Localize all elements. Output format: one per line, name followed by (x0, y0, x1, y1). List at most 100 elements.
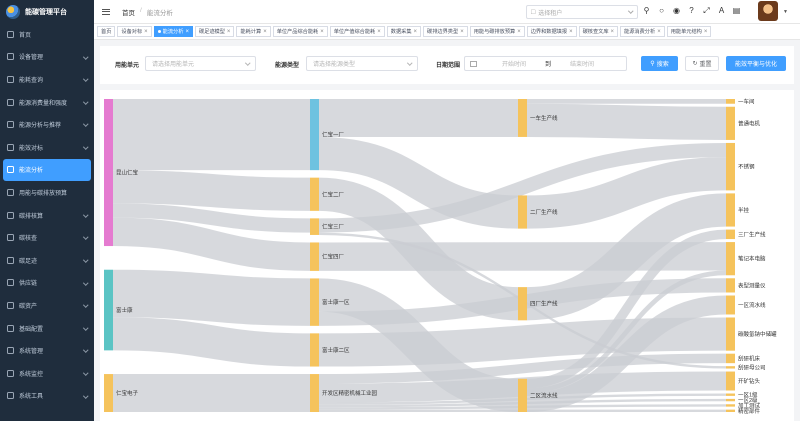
sankey-node[interactable] (726, 393, 735, 396)
github-icon[interactable]: ◉ (672, 6, 681, 15)
sidebar-item-flow[interactable]: 能流分析 (3, 158, 91, 182)
sankey-node[interactable] (518, 195, 527, 229)
sidebar-item-asset[interactable]: 碳资产 (0, 294, 94, 317)
font-size-icon[interactable]: A (717, 6, 726, 15)
tag-3[interactable]: 碳足迹模型 × (194, 26, 235, 37)
tenant-select[interactable]: □ 选择租户 (526, 5, 638, 19)
sankey-node[interactable] (726, 353, 735, 364)
sankey-node[interactable] (310, 99, 319, 171)
sankey-node[interactable] (726, 193, 735, 227)
sankey-link[interactable] (112, 317, 311, 367)
fullscreen-icon[interactable]: ⤢ (702, 6, 711, 15)
sankey-node[interactable] (726, 371, 735, 391)
tag-4[interactable]: 能耗计算 × (236, 26, 271, 37)
reset-button[interactable]: ↻ 重置 (685, 56, 719, 71)
sankey-node[interactable] (104, 269, 113, 351)
tag-10[interactable]: 边界和数据填报 × (526, 26, 577, 37)
sidebar-item-carbon[interactable]: 碳排核算 (0, 204, 94, 227)
sankey-node[interactable] (310, 242, 319, 271)
sidebar-item-verify[interactable]: 碳核查 (0, 226, 94, 249)
close-icon[interactable]: × (657, 29, 661, 35)
date-start[interactable]: 开始时间 (502, 59, 526, 68)
sankey-node[interactable] (518, 378, 527, 412)
sankey-node[interactable] (726, 366, 735, 369)
tag-7[interactable]: 数据采集 × (386, 26, 422, 37)
sankey-link[interactable] (112, 217, 311, 271)
sankey-node[interactable] (310, 374, 319, 412)
sankey-link[interactable] (318, 317, 727, 367)
help-icon[interactable]: ○ (657, 6, 666, 15)
caret-down-icon[interactable]: ▼ (783, 9, 788, 15)
sidebar-item-monitor[interactable]: 系统监控 (0, 362, 94, 385)
sidebar-item-footprint[interactable]: 碳足迹 (0, 249, 94, 272)
theme-icon[interactable]: ▤ (732, 6, 741, 15)
close-icon[interactable]: × (320, 29, 324, 35)
sidebar-item-config[interactable]: 基础配置 (0, 317, 94, 340)
close-icon[interactable]: × (414, 29, 418, 35)
sankey-node[interactable] (726, 398, 735, 402)
close-icon[interactable]: × (185, 29, 189, 35)
sankey-node[interactable] (726, 99, 735, 104)
close-icon[interactable]: × (460, 29, 464, 35)
sankey-node[interactable] (726, 142, 735, 191)
tag-6[interactable]: 单位产值综合能耗 × (329, 26, 385, 37)
avatar[interactable] (758, 1, 778, 21)
tag-13[interactable]: 用能单元结构 × (666, 26, 712, 37)
tag-0[interactable]: 首页 (97, 26, 116, 37)
brand[interactable]: 能碳管理平台 (0, 0, 94, 23)
close-icon[interactable]: × (227, 29, 231, 35)
energy-type-select[interactable]: 请选择能源类型 (306, 56, 418, 71)
tag-8[interactable]: 碳排边界类型 × (423, 26, 468, 37)
sankey-node[interactable] (726, 106, 735, 140)
tag-5[interactable]: 单位产品综合能耗 × (272, 26, 328, 37)
close-icon[interactable]: × (517, 29, 521, 35)
sidebar-item-device[interactable]: 设备管理 (0, 46, 94, 69)
sankey-node[interactable] (726, 317, 735, 351)
sankey-link[interactable] (112, 170, 311, 211)
tag-9[interactable]: 用能与碳排放预算 × (469, 26, 525, 37)
sidebar-item-benchmark[interactable]: 能效对标 (0, 136, 94, 159)
balance-button[interactable]: 能效平衡与优化 (726, 56, 786, 71)
sankey-node[interactable] (726, 295, 735, 315)
date-end[interactable]: 结束时间 (570, 59, 594, 68)
close-icon[interactable]: × (569, 29, 573, 35)
sidebar-item-home[interactable]: 首页 (0, 23, 94, 46)
sankey-node[interactable] (310, 218, 319, 235)
sankey-node[interactable] (726, 242, 735, 276)
close-icon[interactable]: × (377, 29, 381, 35)
sankey-node[interactable] (310, 177, 319, 211)
date-range-picker[interactable]: 开始时间 到 结束时间 (464, 56, 627, 71)
close-icon[interactable]: × (144, 29, 148, 35)
tag-11[interactable]: 碳核查文库 × (578, 26, 619, 37)
sankey-node[interactable] (726, 409, 735, 412)
hamburger-icon[interactable] (102, 8, 110, 15)
tag-1[interactable]: 设备对标 × (117, 26, 152, 37)
tag-12[interactable]: 能源消费分析 × (620, 26, 665, 37)
sidebar-item-query[interactable]: 能耗查询 (0, 68, 94, 91)
sidebar-item-supply[interactable]: 供应链 (0, 272, 94, 295)
sankey-link[interactable] (112, 269, 311, 326)
sankey-node[interactable] (310, 278, 319, 326)
question-icon[interactable]: ? (687, 6, 696, 15)
unit-select[interactable]: 请选择用能单元 (145, 56, 256, 71)
sankey-node[interactable] (726, 404, 735, 407)
sidebar-item-energy[interactable]: 能源消费量和强度 (0, 91, 94, 114)
sankey-node[interactable] (104, 374, 113, 412)
sidebar-item-analysis[interactable]: 能源分析与推荐 (0, 113, 94, 136)
sankey-node[interactable] (518, 287, 527, 321)
sankey-node[interactable] (726, 229, 735, 240)
sidebar-item-tools[interactable]: 系统工具 (0, 385, 94, 408)
sankey-node[interactable] (104, 99, 113, 247)
search-button[interactable]: ⚲ 搜索 (641, 56, 678, 71)
sidebar-item-system[interactable]: 系统管理 (0, 339, 94, 362)
tag-2[interactable]: 能流分析 × (153, 26, 193, 37)
search-icon[interactable]: ⚲ (642, 6, 651, 15)
close-icon[interactable]: × (611, 29, 615, 35)
sankey-node[interactable] (310, 333, 319, 367)
close-icon[interactable]: × (704, 29, 708, 35)
sankey-node[interactable] (726, 278, 735, 293)
sankey-node[interactable] (518, 99, 527, 137)
breadcrumb-home[interactable]: 首页 (122, 7, 135, 17)
sidebar-item-budget[interactable]: 用能与碳排放预算 (0, 181, 94, 204)
close-icon[interactable]: × (263, 29, 267, 35)
